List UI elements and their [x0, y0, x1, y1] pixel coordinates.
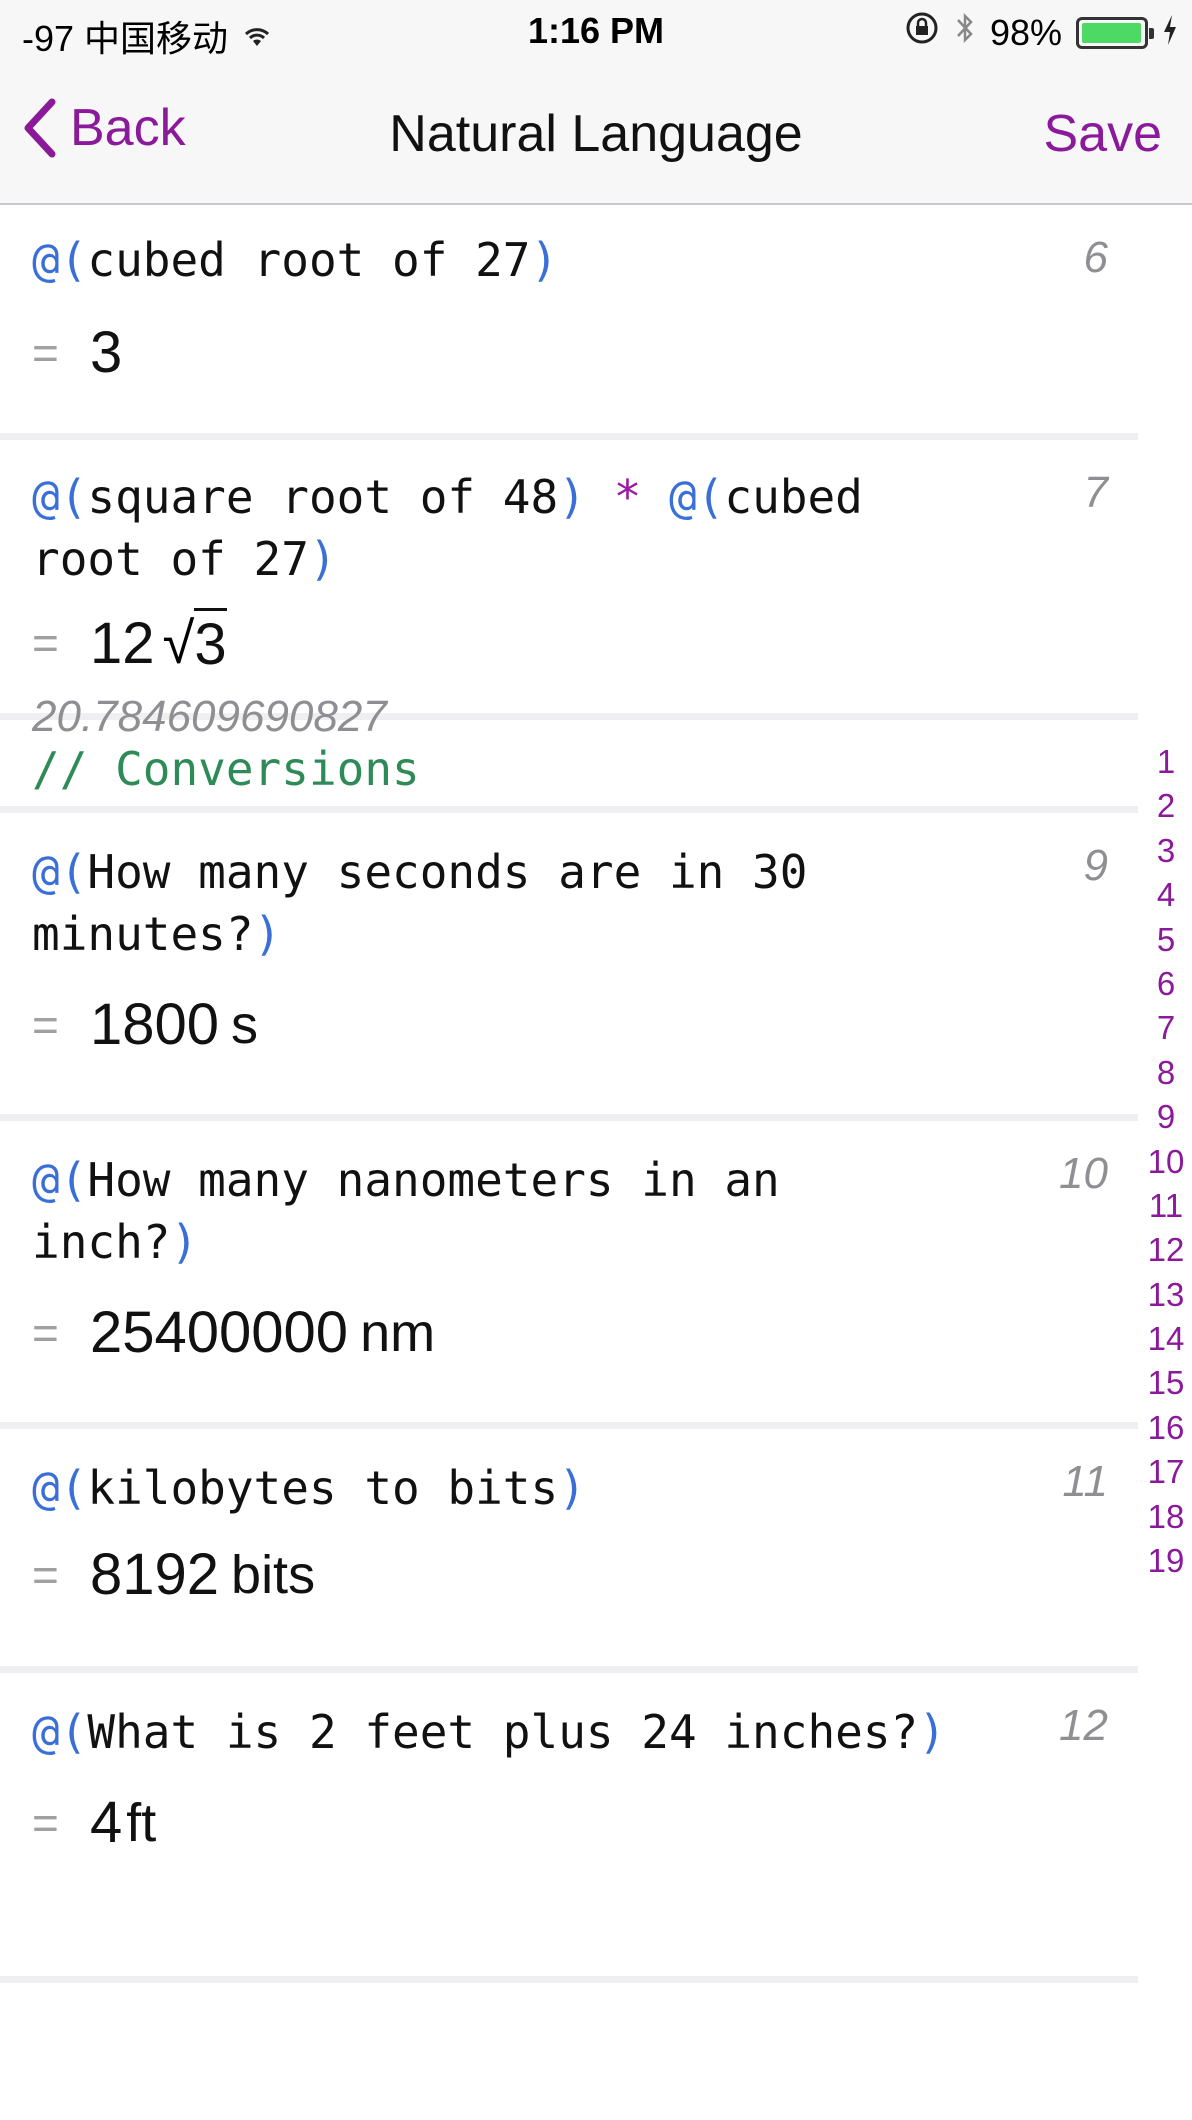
expression[interactable]: @(How many nanometers in an inch?) — [0, 1149, 1138, 1273]
index-item[interactable]: 19 — [1140, 1539, 1192, 1583]
sqrt-symbol: √ — [162, 610, 195, 676]
equals-sign: = — [32, 1796, 59, 1849]
index-item[interactable]: 14 — [1140, 1317, 1192, 1361]
line-number: 6 — [1083, 233, 1108, 282]
line-index: 1 2 3 4 5 6 7 8 9 10 11 12 13 14 15 16 17 18 19 — [1140, 740, 1192, 1583]
result-value: 3 — [90, 320, 123, 385]
charging-icon — [1162, 12, 1178, 54]
calculation-row[interactable]: 7 @(square root of 48) * @(cubed root of… — [0, 440, 1138, 741]
equals-sign: = — [32, 998, 59, 1051]
battery-fill — [1082, 22, 1141, 43]
expr-text: How many nanometers in an inch? — [32, 1153, 808, 1269]
result-radicand: 3 — [194, 608, 227, 678]
bluetooth-icon — [954, 10, 976, 55]
index-item[interactable]: 15 — [1140, 1361, 1192, 1405]
expr-close: ) — [170, 1215, 199, 1269]
result: = 3 — [0, 319, 1138, 386]
line-number: 10 — [1059, 1149, 1108, 1198]
status-bar: -97 中国移动 1:16 PM 98% — [0, 0, 1192, 64]
expr-open: @( — [32, 845, 88, 899]
index-item[interactable]: 5 — [1140, 918, 1192, 962]
index-item[interactable]: 17 — [1140, 1450, 1192, 1494]
result: = 4 ft — [0, 1789, 1138, 1856]
index-item[interactable]: 11 — [1140, 1184, 1192, 1228]
expr-open: @( — [32, 1153, 88, 1207]
comment-text: // Conversions — [32, 742, 420, 796]
result-value: 8192 — [90, 1542, 220, 1607]
expression[interactable]: @(square root of 48) * @(cubed root of 2… — [0, 466, 1138, 590]
page-title: Natural Language — [389, 105, 803, 163]
index-item[interactable]: 6 — [1140, 962, 1192, 1006]
index-item[interactable]: 1 — [1140, 740, 1192, 784]
calculation-row[interactable]: 9 @(How many seconds are in 30 minutes?)… — [0, 813, 1138, 1121]
result-unit: bits — [231, 1544, 316, 1605]
index-item[interactable]: 12 — [1140, 1228, 1192, 1272]
equals-sign: = — [32, 1548, 59, 1601]
line-number: 7 — [1083, 468, 1108, 517]
index-item[interactable]: 8 — [1140, 1051, 1192, 1095]
comment-row[interactable]: // Conversions — [0, 720, 1138, 813]
line-number: 9 — [1083, 841, 1108, 890]
result-value: 4 — [90, 1790, 123, 1855]
index-item[interactable]: 4 — [1140, 873, 1192, 917]
equals-sign: = — [32, 326, 59, 379]
expr-close: ) — [918, 1705, 946, 1759]
expr-close: ) — [530, 233, 559, 287]
result-value: 25400000 — [90, 1300, 349, 1365]
calculation-row[interactable]: 12 @(What is 2 feet plus 24 inches?) = 4… — [0, 1673, 1138, 1983]
result-value: 1800 — [90, 992, 220, 1057]
save-button[interactable]: Save — [1043, 104, 1162, 164]
line-number: 11 — [1062, 1457, 1108, 1506]
index-item[interactable]: 13 — [1140, 1273, 1192, 1317]
expression[interactable]: @(How many seconds are in 30 minutes?) — [0, 841, 1138, 965]
result-unit: s — [231, 994, 259, 1055]
rotation-lock-icon — [904, 10, 940, 55]
result: = 12 √ 3 — [0, 608, 1138, 678]
equals-sign: = — [32, 617, 59, 669]
expr-text: What is 2 feet plus 24 inches? — [87, 1705, 919, 1759]
result: = 25400000 nm — [0, 1299, 1138, 1366]
result: = 8192 bits — [0, 1541, 1138, 1608]
result-unit: nm — [360, 1302, 436, 1363]
expr-text: kilobytes to bits — [87, 1461, 559, 1515]
operator: * — [585, 470, 669, 524]
expr-open: @( — [32, 470, 88, 524]
calculation-row[interactable]: 10 @(How many nanometers in an inch?) = … — [0, 1121, 1138, 1429]
index-item[interactable]: 10 — [1140, 1140, 1192, 1184]
calculation-row[interactable]: 11 @(kilobytes to bits) = 8192 bits — [0, 1429, 1138, 1673]
index-item[interactable]: 9 — [1140, 1095, 1192, 1139]
expr-open: @( — [32, 1461, 88, 1515]
index-item[interactable]: 7 — [1140, 1006, 1192, 1050]
expr-close: ) — [308, 532, 337, 586]
battery-tip — [1149, 27, 1154, 39]
index-item[interactable]: 3 — [1140, 829, 1192, 873]
line-number: 12 — [1059, 1701, 1108, 1750]
expression[interactable]: @(kilobytes to bits) — [0, 1457, 1138, 1519]
result-unit: ft — [126, 1792, 157, 1853]
status-right: 98% — [904, 10, 1178, 55]
navigation-bar: Back Natural Language Save — [0, 64, 1192, 205]
expr-open: @( — [669, 470, 725, 524]
expr-close: ) — [558, 1461, 586, 1515]
index-item[interactable]: 16 — [1140, 1406, 1192, 1450]
battery-percent: 98% — [989, 11, 1062, 53]
calculation-list: 6 @(cubed root of 27) = 3 7 @(square roo… — [0, 205, 1138, 1983]
equals-sign: = — [32, 1306, 59, 1359]
expr-open: @( — [32, 233, 88, 287]
index-item[interactable]: 2 — [1140, 784, 1192, 828]
expression[interactable]: @(What is 2 feet plus 24 inches?) — [0, 1701, 1138, 1763]
expression[interactable]: @(cubed root of 27) — [0, 229, 1138, 291]
index-item[interactable]: 18 — [1140, 1495, 1192, 1539]
expr-text: square root of 48 — [87, 470, 559, 524]
calculation-row[interactable]: 6 @(cubed root of 27) = 3 — [0, 205, 1138, 440]
battery-icon — [1076, 16, 1154, 49]
expr-open: @( — [32, 1705, 88, 1759]
result-coefficient: 12 — [90, 610, 155, 676]
expr-close: ) — [558, 470, 586, 524]
result: = 1800 s — [0, 991, 1138, 1058]
expr-text: How many seconds are in 30 minutes? — [32, 845, 836, 961]
expr-text: cubed root of 27 — [87, 233, 531, 287]
expr-close: ) — [253, 907, 282, 961]
